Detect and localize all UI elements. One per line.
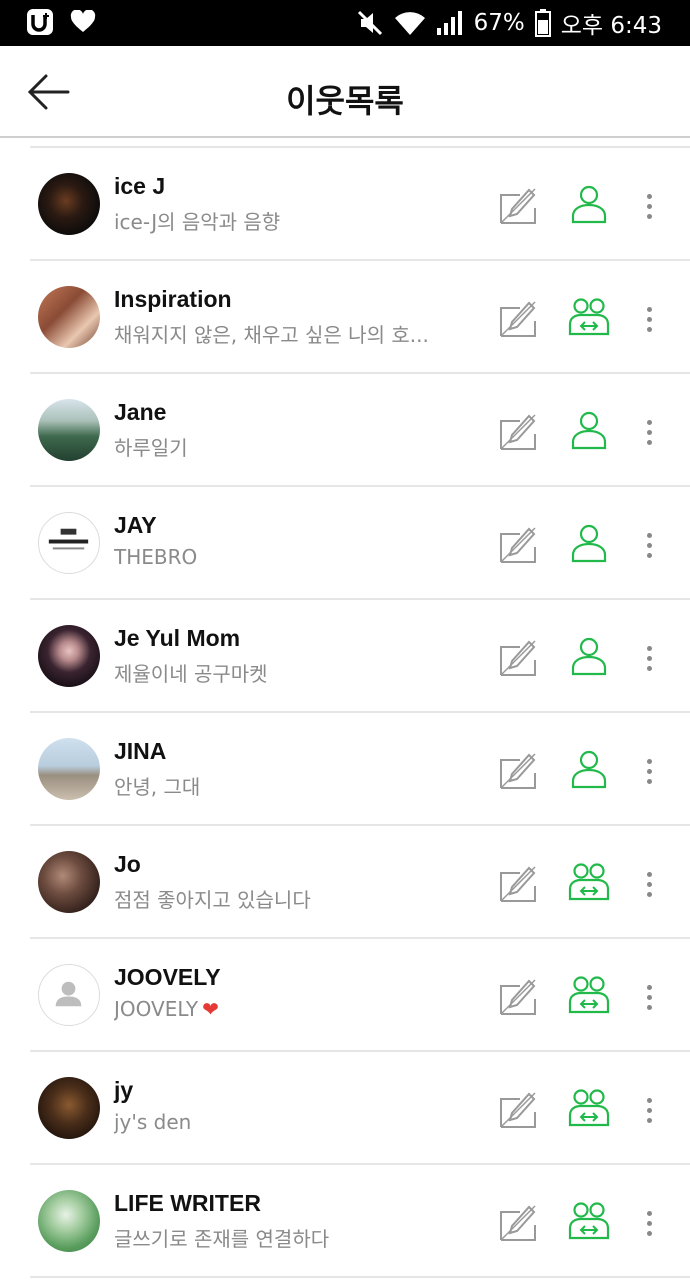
default-profile-icon bbox=[55, 981, 82, 1007]
battery-percent: 67% bbox=[473, 10, 525, 36]
neighbor-icon[interactable] bbox=[568, 183, 610, 225]
neighbor-list: ice J ice-J의 음악과 음향 Inspiration 채워지지 않은,… bbox=[30, 146, 690, 1278]
more-options-icon[interactable] bbox=[634, 638, 664, 678]
avatar[interactable] bbox=[38, 851, 100, 913]
neighbor-description: 채워지지 않은, 채우고 싶은 나의 호... bbox=[114, 323, 429, 347]
neighbor-icon[interactable] bbox=[568, 635, 610, 677]
list-item[interactable]: Jo 점점 좋아지고 있습니다 bbox=[30, 826, 690, 939]
neighbor-description: 점점 좋아지고 있습니다 bbox=[114, 888, 311, 912]
avatar[interactable] bbox=[38, 173, 100, 235]
wifi-icon bbox=[394, 12, 425, 36]
neighbor-description: ice-J의 음악과 음향 bbox=[114, 210, 281, 234]
neighbor-description: 글쓰기로 존재를 연결하다 bbox=[114, 1227, 330, 1251]
neighbor-icon[interactable] bbox=[568, 409, 610, 451]
neighbor-name[interactable]: Jo bbox=[114, 851, 141, 878]
more-options-icon[interactable] bbox=[634, 299, 664, 339]
neighbor-name[interactable]: Jane bbox=[114, 399, 166, 426]
more-options-icon[interactable] bbox=[634, 977, 664, 1017]
write-comment-icon[interactable] bbox=[498, 1090, 538, 1130]
mutual-neighbor-icon[interactable] bbox=[568, 296, 610, 338]
avatar[interactable] bbox=[38, 512, 100, 574]
signal-icon bbox=[436, 11, 462, 35]
write-comment-icon[interactable] bbox=[498, 751, 538, 791]
more-options-icon[interactable] bbox=[634, 1090, 664, 1130]
write-comment-icon[interactable] bbox=[498, 299, 538, 339]
list-item[interactable]: Inspiration 채워지지 않은, 채우고 싶은 나의 호... bbox=[30, 261, 690, 374]
neighbor-name[interactable]: LIFE WRITER bbox=[114, 1190, 261, 1217]
list-item[interactable]: LIFE WRITER 글쓰기로 존재를 연결하다 bbox=[30, 1165, 690, 1278]
uplus-logo-icon bbox=[27, 9, 53, 35]
neighbor-name[interactable]: ice J bbox=[114, 173, 165, 200]
more-options-icon[interactable] bbox=[634, 525, 664, 565]
neighbor-description: 제율이네 공구마켓 bbox=[114, 662, 268, 686]
avatar[interactable] bbox=[38, 286, 100, 348]
neighbor-icon[interactable] bbox=[568, 522, 610, 564]
mutual-neighbor-icon[interactable] bbox=[568, 861, 610, 903]
list-item[interactable]: JINA 안녕, 그대 bbox=[30, 713, 690, 826]
neighbor-name[interactable]: Inspiration bbox=[114, 286, 232, 313]
clock: 오후 6:43 bbox=[560, 13, 662, 39]
neighbor-description: jy's den bbox=[114, 1110, 192, 1134]
heart-icon bbox=[70, 10, 96, 32]
write-comment-icon[interactable] bbox=[498, 1203, 538, 1243]
status-bar: 67% 오후 6:43 bbox=[0, 0, 690, 46]
list-item[interactable]: ice J ice-J의 음악과 음향 bbox=[30, 148, 690, 261]
list-item[interactable]: JOOVELY JOOVELY ❤ bbox=[30, 939, 690, 1052]
list-item[interactable]: jy jy's den bbox=[30, 1052, 690, 1165]
page-title: 이웃목록 bbox=[286, 82, 404, 120]
mutual-neighbor-icon[interactable] bbox=[568, 974, 610, 1016]
app-bar: 이웃목록 bbox=[0, 46, 690, 138]
avatar[interactable] bbox=[38, 399, 100, 461]
write-comment-icon[interactable] bbox=[498, 412, 538, 452]
avatar[interactable] bbox=[38, 738, 100, 800]
neighbor-description: THEBRO bbox=[114, 545, 198, 569]
neighbor-name[interactable]: Je Yul Mom bbox=[114, 625, 240, 652]
neighbor-description: JOOVELY ❤ bbox=[114, 997, 219, 1021]
write-comment-icon[interactable] bbox=[498, 977, 538, 1017]
avatar[interactable] bbox=[38, 964, 100, 1026]
neighbor-icon[interactable] bbox=[568, 748, 610, 790]
more-options-icon[interactable] bbox=[634, 864, 664, 904]
list-item[interactable]: Je Yul Mom 제율이네 공구마켓 bbox=[30, 600, 690, 713]
neighbor-name[interactable]: JINA bbox=[114, 738, 166, 765]
neighbor-description: 안녕, 그대 bbox=[114, 775, 201, 799]
mute-icon bbox=[357, 10, 382, 36]
mutual-neighbor-icon[interactable] bbox=[568, 1087, 610, 1129]
avatar[interactable] bbox=[38, 1077, 100, 1139]
more-options-icon[interactable] bbox=[634, 186, 664, 226]
avatar-logo-graphic bbox=[48, 528, 89, 550]
list-item[interactable]: Jane 하루일기 bbox=[30, 374, 690, 487]
neighbor-name[interactable]: jy bbox=[114, 1077, 133, 1104]
battery-icon bbox=[534, 9, 551, 37]
heart-emoji: ❤ bbox=[202, 997, 219, 1021]
neighbor-name[interactable]: JAY bbox=[114, 512, 157, 539]
neighbor-name[interactable]: JOOVELY bbox=[114, 964, 221, 991]
mutual-neighbor-icon[interactable] bbox=[568, 1200, 610, 1242]
write-comment-icon[interactable] bbox=[498, 864, 538, 904]
write-comment-icon[interactable] bbox=[498, 525, 538, 565]
neighbor-description: 하루일기 bbox=[114, 436, 188, 460]
list-item[interactable]: JAY THEBRO bbox=[30, 487, 690, 600]
avatar[interactable] bbox=[38, 1190, 100, 1252]
more-options-icon[interactable] bbox=[634, 412, 664, 452]
write-comment-icon[interactable] bbox=[498, 638, 538, 678]
avatar[interactable] bbox=[38, 625, 100, 687]
write-comment-icon[interactable] bbox=[498, 186, 538, 226]
more-options-icon[interactable] bbox=[634, 751, 664, 791]
more-options-icon[interactable] bbox=[634, 1203, 664, 1243]
